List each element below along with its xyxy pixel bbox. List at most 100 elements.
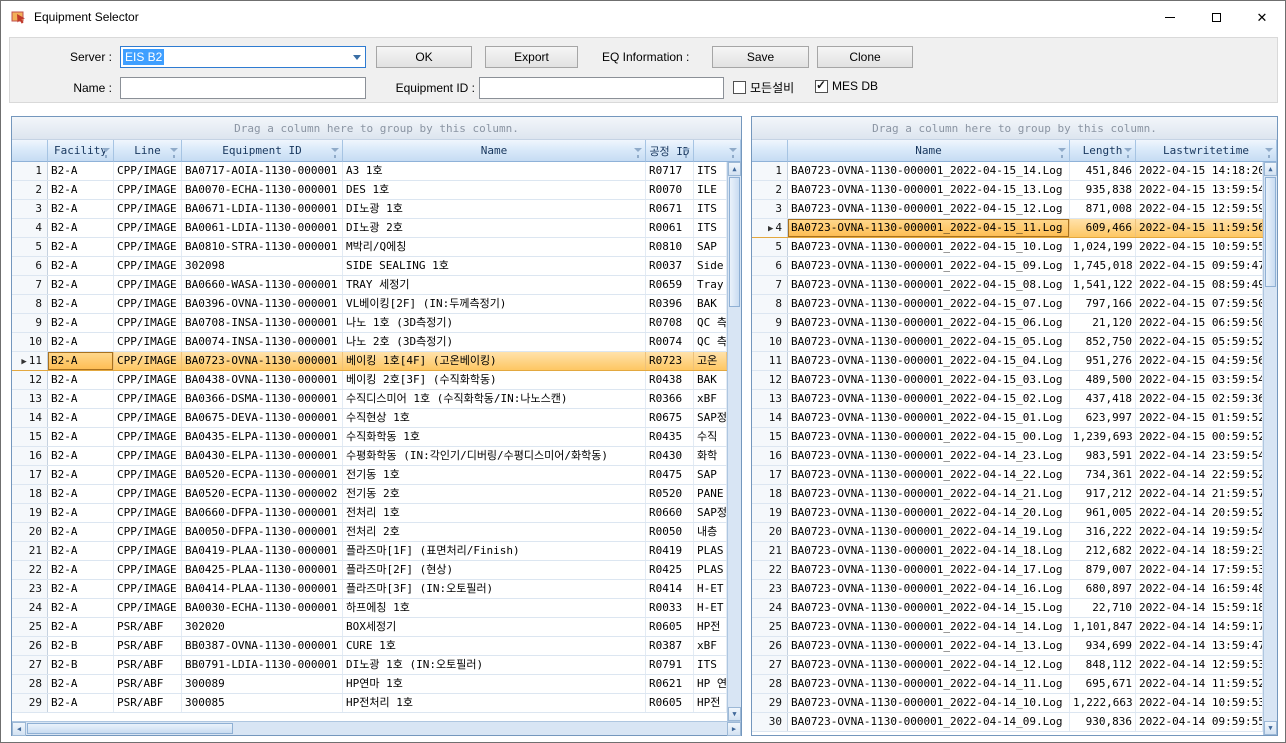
table-row[interactable]: 15B2-ACPP/IMAGEBA0435-ELPA-1130-000001수직… [12, 428, 727, 447]
table-row[interactable]: 18BA0723-OVNA-1130-000001_2022-04-14_21.… [752, 485, 1263, 504]
cell[interactable]: BA0723-OVNA-1130-000001_2022-04-15_12.Lo… [788, 200, 1070, 218]
cell[interactable]: B2-A [48, 162, 114, 180]
cell[interactable]: BA0723-OVNA-1130-000001_2022-04-14_20.Lo… [788, 504, 1070, 522]
cell[interactable]: B2-A [48, 542, 114, 560]
cell[interactable]: 680,897 [1070, 580, 1136, 598]
cell[interactable]: R0605 [646, 694, 694, 712]
cell[interactable]: BA0717-AOIA-1130-000001 [182, 162, 343, 180]
cell[interactable]: BA0660-WASA-1130-000001 [182, 276, 343, 294]
cell[interactable]: BA0723-OVNA-1130-000001_2022-04-15_14.Lo… [788, 162, 1070, 180]
equipment-id-input[interactable] [479, 77, 724, 99]
table-row[interactable]: 20BA0723-OVNA-1130-000001_2022-04-14_19.… [752, 523, 1263, 542]
cell[interactable]: BA0723-OVNA-1130-000001_2022-04-14_11.Lo… [788, 675, 1070, 693]
minimize-button[interactable] [1147, 1, 1193, 33]
cell[interactable]: 1,541,122 [1070, 276, 1136, 294]
table-row[interactable]: 11BA0723-OVNA-1130-000001_2022-04-15_04.… [752, 352, 1263, 371]
cell[interactable]: ITS [694, 219, 727, 237]
cell[interactable]: 961,005 [1070, 504, 1136, 522]
table-row[interactable]: 2BA0723-OVNA-1130-000001_2022-04-15_13.L… [752, 181, 1263, 200]
cell[interactable]: 848,112 [1070, 656, 1136, 674]
table-row[interactable]: 8B2-ACPP/IMAGEBA0396-OVNA-1130-000001VL베… [12, 295, 727, 314]
cell[interactable]: H-ET [694, 580, 727, 598]
cell[interactable]: B2-A [48, 523, 114, 541]
scrollbar-thumb[interactable] [27, 723, 233, 734]
filter-icon[interactable] [102, 148, 110, 152]
cell[interactable]: BA0723-OVNA-1130-000001_2022-04-14_22.Lo… [788, 466, 1070, 484]
table-row[interactable]: 23B2-ACPP/IMAGEBA0414-PLAA-1130-000001플라… [12, 580, 727, 599]
cell[interactable]: 2022-04-15 10:59:55 [1136, 238, 1263, 256]
table-row[interactable]: 27BA0723-OVNA-1130-000001_2022-04-14_12.… [752, 656, 1263, 675]
filter-icon[interactable] [170, 148, 178, 152]
cell[interactable]: BA0723-OVNA-1130-000001_2022-04-15_07.Lo… [788, 295, 1070, 313]
cell[interactable]: BA0430-ELPA-1130-000001 [182, 447, 343, 465]
cell[interactable]: PSR/ABF [114, 675, 182, 693]
cell[interactable]: B2-A [48, 599, 114, 617]
cell[interactable]: 917,212 [1070, 485, 1136, 503]
cell[interactable]: 2022-04-14 10:59:53 [1136, 694, 1263, 712]
table-row[interactable]: 22BA0723-OVNA-1130-000001_2022-04-14_17.… [752, 561, 1263, 580]
cell[interactable]: BA0723-OVNA-1130-000001_2022-04-15_05.Lo… [788, 333, 1070, 351]
cell[interactable]: 2022-04-15 14:18:20 [1136, 162, 1263, 180]
cell[interactable]: 2022-04-15 11:59:56 [1136, 219, 1263, 237]
column-header[interactable]: Length [1070, 140, 1136, 162]
cell[interactable]: BA0723-OVNA-1130-000001_2022-04-14_12.Lo… [788, 656, 1070, 674]
cell[interactable]: 437,418 [1070, 390, 1136, 408]
cell[interactable]: SAP정 [694, 504, 727, 522]
table-row[interactable]: 22B2-ACPP/IMAGEBA0425-PLAA-1130-000001플라… [12, 561, 727, 580]
cell[interactable]: 수직디스미어 1호 (수직화학동/IN:나노스캔) [343, 390, 646, 408]
table-row[interactable]: 13BA0723-OVNA-1130-000001_2022-04-15_02.… [752, 390, 1263, 409]
cell[interactable]: BA0723-OVNA-1130-000001_2022-04-14_14.Lo… [788, 618, 1070, 636]
table-row[interactable]: 10B2-ACPP/IMAGEBA0074-INSA-1130-000001나노… [12, 333, 727, 352]
cell[interactable]: 2022-04-15 06:59:50 [1136, 314, 1263, 332]
cell[interactable]: 수평화학동 (IN:각인기/디버링/수평디스미어/화학동) [343, 447, 646, 465]
cell[interactable]: R0675 [646, 409, 694, 427]
table-row[interactable]: ▶4BA0723-OVNA-1130-000001_2022-04-15_11.… [752, 219, 1263, 238]
cell[interactable]: 22,710 [1070, 599, 1136, 617]
table-row[interactable]: 19B2-ACPP/IMAGEBA0660-DFPA-1130-000001전처… [12, 504, 727, 523]
column-header[interactable]: Lastwritetime [1136, 140, 1277, 162]
cell[interactable]: BA0723-OVNA-1130-000001_2022-04-14_21.Lo… [788, 485, 1070, 503]
cell[interactable]: BOX세정기 [343, 618, 646, 636]
scrollbar-thumb[interactable] [1265, 177, 1276, 287]
cell[interactable]: CPP/IMAGE [114, 504, 182, 522]
cell[interactable]: B2-A [48, 409, 114, 427]
cell[interactable]: R0425 [646, 561, 694, 579]
horizontal-scrollbar[interactable]: ◀ ▶ [12, 721, 741, 735]
column-header[interactable]: Facility [48, 140, 114, 162]
cell[interactable]: B2-A [48, 276, 114, 294]
cell[interactable]: 451,846 [1070, 162, 1136, 180]
vertical-scrollbar[interactable]: ▲ ▼ [1263, 162, 1277, 735]
close-button[interactable]: ✕ [1239, 1, 1285, 33]
cell[interactable]: BA0723-OVNA-1130-000001_2022-04-15_10.Lo… [788, 238, 1070, 256]
cell[interactable]: Tray [694, 276, 727, 294]
cell[interactable]: B2-A [48, 371, 114, 389]
table-row[interactable]: 20B2-ACPP/IMAGEBA0050-DFPA-1130-000001전처… [12, 523, 727, 542]
export-button[interactable]: Export [485, 46, 578, 68]
cell[interactable]: HP전 [694, 618, 727, 636]
cell[interactable]: 852,750 [1070, 333, 1136, 351]
cell[interactable]: B2-A [48, 428, 114, 446]
cell[interactable]: 300089 [182, 675, 343, 693]
maximize-button[interactable] [1193, 1, 1239, 33]
cell[interactable]: R0621 [646, 675, 694, 693]
cell[interactable]: BA0723-OVNA-1130-000001_2022-04-14_23.Lo… [788, 447, 1070, 465]
cell[interactable]: TRAY 세정기 [343, 276, 646, 294]
table-row[interactable]: 18B2-ACPP/IMAGEBA0520-ECPA-1130-000002전기… [12, 485, 727, 504]
cell[interactable]: 플라즈마[2F] (현상) [343, 561, 646, 579]
scroll-up-icon[interactable]: ▲ [1264, 162, 1277, 176]
table-row[interactable]: 5BA0723-OVNA-1130-000001_2022-04-15_10.L… [752, 238, 1263, 257]
cell[interactable]: BA0660-DFPA-1130-000001 [182, 504, 343, 522]
cell[interactable]: H-ET [694, 599, 727, 617]
cell[interactable]: BA0723-OVNA-1130-000001_2022-04-14_17.Lo… [788, 561, 1070, 579]
cell[interactable]: BA0723-OVNA-1130-000001_2022-04-15_03.Lo… [788, 371, 1070, 389]
cell[interactable]: R0717 [646, 162, 694, 180]
cell[interactable]: 수직화학동 1호 [343, 428, 646, 446]
cell[interactable]: 302020 [182, 618, 343, 636]
cell[interactable]: R0435 [646, 428, 694, 446]
table-row[interactable]: 1BA0723-OVNA-1130-000001_2022-04-15_14.L… [752, 162, 1263, 181]
table-row[interactable]: 14B2-ACPP/IMAGEBA0675-DEVA-1130-000001수직… [12, 409, 727, 428]
filter-icon[interactable] [1058, 148, 1066, 152]
cell[interactable]: CPP/IMAGE [114, 466, 182, 484]
cell[interactable]: BA0723-OVNA-1130-000001_2022-04-15_01.Lo… [788, 409, 1070, 427]
cell[interactable]: 489,500 [1070, 371, 1136, 389]
